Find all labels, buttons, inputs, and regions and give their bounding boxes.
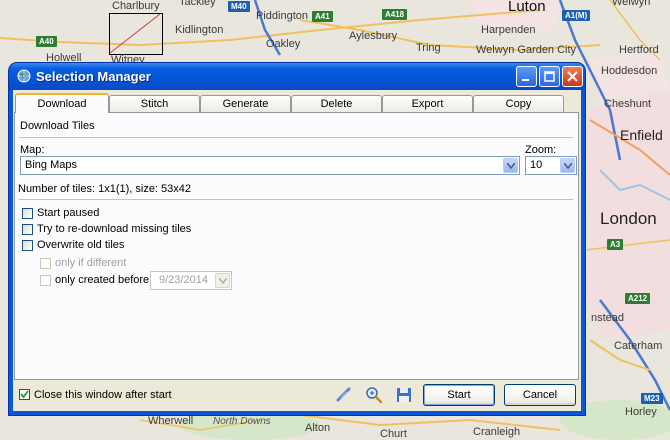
- place-label: Hertford: [619, 44, 659, 56]
- tab-generate[interactable]: Generate: [200, 95, 291, 112]
- place-label: Luton: [508, 0, 546, 15]
- road-shield: M23: [641, 393, 663, 404]
- checkmark-icon: [20, 390, 29, 399]
- place-label: Kidlington: [175, 24, 224, 36]
- overwrite-checkbox[interactable]: [22, 240, 33, 251]
- place-label: Tring: [416, 42, 441, 54]
- place-label: Charlbury: [112, 0, 160, 12]
- selection-rectangle[interactable]: [109, 13, 163, 55]
- place-label: Oakley: [266, 38, 301, 50]
- close-button[interactable]: [562, 66, 583, 87]
- place-label: Piddington: [256, 10, 308, 22]
- title-bar[interactable]: Selection Manager: [9, 63, 585, 90]
- place-label: North Downs: [213, 416, 271, 427]
- road-shield: A40: [36, 36, 57, 47]
- road-shield: A418: [382, 9, 408, 20]
- overwrite-label: Overwrite old tiles: [37, 239, 125, 251]
- place-label: Horley: [625, 406, 657, 418]
- place-label: Welwyn Garden City: [476, 44, 577, 56]
- chevron-down-icon[interactable]: [503, 158, 518, 173]
- selection-manager-window: Selection Manager Download Stitch Genera…: [9, 63, 585, 415]
- tab-stitch[interactable]: Stitch: [109, 95, 200, 112]
- start-button[interactable]: Start: [423, 384, 495, 406]
- globe-icon: [17, 69, 31, 83]
- minimize-icon: [522, 79, 529, 81]
- place-label: Cheshunt: [604, 98, 652, 110]
- minimize-button[interactable]: [516, 66, 537, 87]
- start-paused-checkbox[interactable]: [22, 208, 33, 219]
- section-title: Download Tiles: [20, 120, 95, 132]
- place-label: Hoddesdon: [601, 65, 658, 77]
- window-title: Selection Manager: [36, 69, 151, 84]
- start-paused-label: Start paused: [37, 207, 100, 219]
- road-shield: A3: [607, 239, 624, 250]
- road-shield: A1(M): [562, 10, 591, 21]
- zoom-select-value: 10: [530, 159, 543, 171]
- place-label: Enfield: [620, 127, 663, 143]
- place-label: London: [600, 209, 657, 228]
- map-label: Map:: [20, 144, 45, 156]
- tab-copy[interactable]: Copy: [473, 95, 564, 112]
- map-select-value: Bing Maps: [25, 159, 77, 171]
- only-created-before-checkbox[interactable]: [40, 275, 51, 286]
- tab-strip: Download Stitch Generate Delete Export C…: [13, 93, 581, 113]
- place-label: Aylesbury: [349, 30, 398, 42]
- zoom-icon[interactable]: [365, 386, 383, 404]
- window-client-area: Download Stitch Generate Delete Export C…: [13, 90, 581, 411]
- place-label: Caterham: [614, 340, 663, 352]
- place-label: Cranleigh: [473, 426, 521, 438]
- place-label: Alton: [305, 422, 331, 434]
- only-created-before-label: only created before: [55, 274, 150, 286]
- tiles-info: Number of tiles: 1x1(1), size: 53x42: [18, 183, 192, 195]
- tab-export[interactable]: Export: [382, 95, 473, 112]
- tab-delete[interactable]: Delete: [291, 95, 382, 112]
- chevron-down-icon[interactable]: [560, 158, 575, 173]
- only-if-different-label: only if different: [55, 257, 127, 269]
- tab-download[interactable]: Download: [15, 93, 109, 113]
- date-value: 9/23/2014: [159, 274, 208, 286]
- save-icon[interactable]: [395, 386, 413, 404]
- divider: [19, 137, 573, 138]
- close-after-start-checkbox[interactable]: [19, 389, 30, 400]
- road-shield: A41: [312, 11, 333, 22]
- cancel-button[interactable]: Cancel: [504, 384, 576, 406]
- map-select[interactable]: Bing Maps: [20, 156, 520, 175]
- zoom-select[interactable]: 10: [525, 156, 577, 175]
- place-label: Tackley: [179, 0, 216, 8]
- maximize-icon: [544, 71, 555, 82]
- place-label: Welwyn: [612, 0, 651, 8]
- only-if-different-checkbox[interactable]: [40, 258, 51, 269]
- close-after-start-label: Close this window after start: [34, 389, 172, 401]
- zoom-label: Zoom:: [525, 144, 557, 156]
- date-picker[interactable]: 9/23/2014: [150, 271, 232, 290]
- chevron-down-icon[interactable]: [215, 273, 230, 288]
- place-label: nstead: [591, 312, 625, 324]
- redownload-label: Try to re-download missing tiles: [37, 223, 192, 235]
- road-shield: A212: [625, 293, 651, 304]
- place-label: Churt: [380, 428, 407, 440]
- place-label: Wherwell: [148, 415, 194, 427]
- download-panel: Download Tiles Map: Bing Maps Zoom: 10 N…: [14, 112, 579, 380]
- redownload-checkbox[interactable]: [22, 224, 33, 235]
- place-label: Harpenden: [481, 24, 536, 36]
- link-icon[interactable]: [335, 386, 353, 404]
- close-icon: [567, 71, 578, 82]
- maximize-button[interactable]: [539, 66, 560, 87]
- road-shield: M40: [228, 1, 250, 12]
- divider: [19, 199, 573, 200]
